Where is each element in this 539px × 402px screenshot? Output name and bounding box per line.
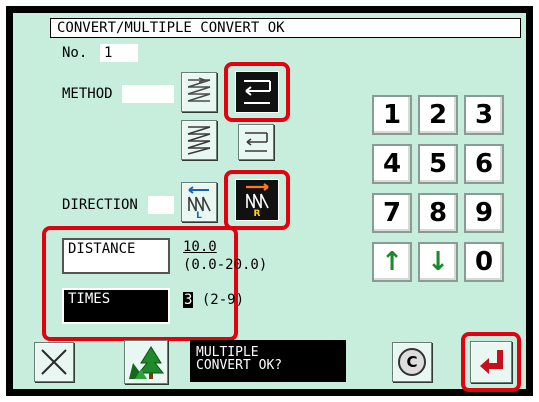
keypad-key-2[interactable]: 2 xyxy=(418,95,458,135)
clear-button[interactable]: C xyxy=(392,342,432,382)
distance-label: DISTANCE xyxy=(68,241,136,257)
keypad-key-1[interactable]: 1 xyxy=(372,95,412,135)
enter-button[interactable] xyxy=(470,341,512,383)
method-zigzag-forward-button[interactable] xyxy=(181,120,217,160)
direction-left-button[interactable]: L xyxy=(181,182,217,222)
direction-label: DIRECTION xyxy=(62,197,138,213)
distance-field-button[interactable]: DISTANCE xyxy=(62,238,170,274)
forest-button[interactable] xyxy=(124,340,168,384)
zigzag-forward-icon xyxy=(187,126,211,155)
keypad-key-3[interactable]: 3 xyxy=(464,95,504,135)
times-range: (2-9) xyxy=(201,292,245,308)
enter-arrow-icon xyxy=(480,350,503,374)
svg-text:L: L xyxy=(196,211,202,219)
close-icon xyxy=(41,349,67,375)
confirmation-message: MULTIPLE CONVERT OK? xyxy=(190,340,346,382)
pattern-number-value: 1 xyxy=(100,44,138,62)
direction-right-icon: R xyxy=(246,183,269,218)
method-return-alt-button[interactable] xyxy=(238,124,274,160)
return-alt-icon xyxy=(245,132,268,152)
keypad-down-arrow-icon[interactable]: ↓ xyxy=(418,242,458,282)
direction-right-button[interactable]: R xyxy=(235,179,279,221)
keypad-key-7[interactable]: 7 xyxy=(372,193,412,233)
distance-value: 10.0 xyxy=(183,239,217,255)
keypad-key-9[interactable]: 9 xyxy=(464,193,504,233)
method-zigzag-reverse-button[interactable] xyxy=(181,72,217,112)
method-label: METHOD xyxy=(62,86,113,102)
keypad-key-5[interactable]: 5 xyxy=(418,144,458,184)
times-label: TIMES xyxy=(68,291,111,307)
return-flat-icon xyxy=(244,80,271,104)
zigzag-reverse-icon xyxy=(187,77,211,102)
cancel-button[interactable] xyxy=(34,342,74,382)
method-return-flat-button[interactable] xyxy=(235,71,279,113)
keypad-key-0[interactable]: 0 xyxy=(464,242,504,282)
trees-icon xyxy=(129,346,165,379)
method-value-box xyxy=(122,85,174,103)
svg-text:R: R xyxy=(254,209,261,218)
distance-range: (0.0-20.0) xyxy=(183,257,268,273)
keypad-key-6[interactable]: 6 xyxy=(464,144,504,184)
keypad-up-arrow-icon[interactable]: ↑ xyxy=(372,242,412,282)
message-line-2: CONVERT OK? xyxy=(196,358,283,373)
dialog-title: CONVERT/MULTIPLE CONVERT OK xyxy=(50,18,521,38)
pattern-number-label: No. xyxy=(62,45,88,61)
direction-left-icon: L xyxy=(188,186,211,219)
direction-value-box xyxy=(148,196,174,214)
keypad-key-4[interactable]: 4 xyxy=(372,144,412,184)
times-value: 3 xyxy=(183,292,194,308)
clear-icon: C xyxy=(398,348,426,376)
keypad-key-8[interactable]: 8 xyxy=(418,193,458,233)
times-field-button[interactable]: TIMES xyxy=(62,288,170,324)
